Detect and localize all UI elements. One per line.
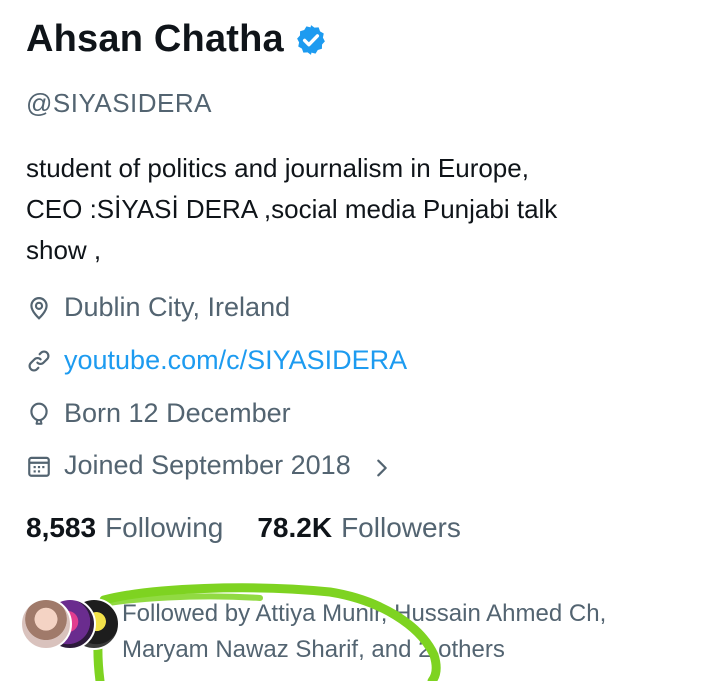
profile-bio: student of politics and journalism in Eu…: [26, 148, 686, 271]
profile-header: Ahsan Chatha @SIYASIDERA student of poli…: [20, 0, 706, 681]
followed-by-line: Followed by Attiya Munir, Hussain Ahmed …: [122, 600, 607, 627]
link-icon: [26, 348, 52, 374]
followed-by-text: Followed by Attiya Munir, Hussain Ahmed …: [122, 596, 702, 668]
website-row: youtube.com/c/SIYASIDERA: [26, 345, 407, 376]
location-row: Dublin City, Ireland: [26, 292, 290, 323]
balloon-icon: [26, 401, 52, 427]
bio-line: student of politics and journalism in Eu…: [26, 153, 529, 183]
followers-label: Followers: [341, 512, 461, 543]
follower-avatars: [20, 598, 120, 650]
chevron-right-icon[interactable]: [371, 455, 393, 477]
location-pin-icon: [26, 295, 52, 321]
avatar: [20, 598, 72, 650]
calendar-icon: [26, 453, 52, 479]
followers-you-know[interactable]: Followed by Attiya Munir, Hussain Ahmed …: [20, 596, 710, 666]
name-row: Ahsan Chatha: [26, 18, 328, 61]
following-count: 8,583: [26, 512, 97, 543]
follow-stats: 8,583 Following 78.2K Followers: [26, 512, 461, 544]
website-link[interactable]: youtube.com/c/SIYASIDERA: [64, 345, 407, 376]
bio-line: CEO :SİYASİ DERA ,social media Punjabi t…: [26, 194, 558, 224]
following-stat[interactable]: 8,583 Following: [26, 512, 223, 544]
joined-text: Joined September 2018: [64, 450, 351, 480]
followed-by-line: Maryam Nawaz Sharif, and 2 others: [122, 636, 505, 663]
following-label: Following: [105, 512, 224, 543]
bio-line: show ,: [26, 235, 102, 265]
birthday-text: Born 12 December: [64, 398, 291, 428]
verified-badge-icon[interactable]: [294, 23, 328, 57]
followers-stat[interactable]: 78.2K Followers: [257, 512, 461, 544]
location-text: Dublin City, Ireland: [64, 292, 291, 322]
joined-row[interactable]: Joined September 2018: [26, 450, 393, 481]
user-handle: @SIYASIDERA: [26, 88, 213, 118]
display-name: Ahsan Chatha: [26, 18, 284, 60]
birthday-row: Born 12 December: [26, 398, 291, 429]
followers-count: 78.2K: [257, 512, 333, 543]
